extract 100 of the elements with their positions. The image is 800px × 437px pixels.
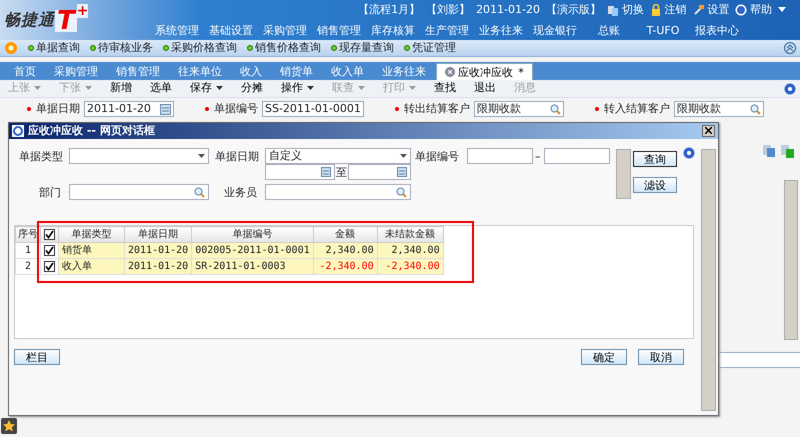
menu-item[interactable]: 业务往来 xyxy=(474,23,528,40)
shortcut-link[interactable]: 凭证管理 xyxy=(412,40,456,56)
scrollbar[interactable] xyxy=(784,180,798,340)
footer-button[interactable]: 取消 xyxy=(638,349,684,365)
tab[interactable]: 销售管理 xyxy=(108,63,168,80)
caret-icon[interactable] xyxy=(400,154,407,158)
hammer-icon[interactable] xyxy=(692,4,704,16)
tab[interactable]: 收入 xyxy=(232,63,270,80)
toolbar-button[interactable]: 退出 xyxy=(474,80,496,97)
close-icon[interactable] xyxy=(705,127,712,134)
query-button[interactable]: 滤设 xyxy=(633,177,677,193)
tab[interactable]: 收入单 xyxy=(323,63,372,80)
input-field[interactable] xyxy=(467,148,533,164)
menu-item[interactable]: 系统管理 xyxy=(150,23,204,40)
tab[interactable]: 销货单 xyxy=(272,63,321,80)
dot-icon xyxy=(331,45,337,51)
checkbox[interactable] xyxy=(44,228,55,240)
field-label: 单据编号 xyxy=(415,149,459,165)
switch-icon[interactable] xyxy=(607,4,619,16)
caret-icon[interactable] xyxy=(198,154,205,158)
search-icon[interactable] xyxy=(194,186,205,198)
input-field[interactable]: SS-2011-01-0001 xyxy=(262,101,364,117)
search-icon[interactable] xyxy=(550,104,561,114)
caret-icon xyxy=(34,86,41,91)
header-link[interactable]: 注销 xyxy=(664,2,686,18)
checkbox[interactable] xyxy=(44,260,55,272)
toolbar-button[interactable]: 新增 xyxy=(110,80,132,97)
star-icon[interactable] xyxy=(1,418,17,434)
caret-icon[interactable] xyxy=(778,7,786,14)
input-field[interactable] xyxy=(544,148,610,164)
menu-item[interactable]: 销售管理 xyxy=(312,23,366,40)
menu-item[interactable]: 报表中心 xyxy=(690,23,744,40)
caret-icon xyxy=(409,86,416,91)
header-info: 【刘影】 xyxy=(426,2,470,18)
tab[interactable]: 应收冲应收 * xyxy=(436,63,533,80)
input-field[interactable] xyxy=(69,184,209,200)
search-icon[interactable] xyxy=(396,186,407,198)
shortcut-link[interactable]: 现存量查询 xyxy=(339,40,394,56)
input-field[interactable] xyxy=(718,352,800,368)
dot-icon xyxy=(163,45,169,51)
tab[interactable]: 首页 xyxy=(6,63,44,80)
menu-item[interactable]: 总账 xyxy=(582,23,636,40)
header-link[interactable]: 帮助 xyxy=(750,2,772,18)
shortcut-link[interactable]: 待审核业务 xyxy=(98,40,153,56)
footer-button[interactable]: 确定 xyxy=(581,349,627,365)
copy-icon[interactable] xyxy=(762,144,776,158)
query-button[interactable]: 查询 xyxy=(633,151,677,167)
input-field[interactable]: 2011-01-20 xyxy=(84,101,174,117)
help-icon[interactable] xyxy=(735,4,748,16)
close-button[interactable] xyxy=(702,125,715,137)
input-field[interactable]: 限期收款 xyxy=(674,101,764,117)
menu-item[interactable]: 基础设置 xyxy=(204,23,258,40)
tab[interactable]: 往来单位 xyxy=(170,63,230,80)
calendar-icon[interactable] xyxy=(321,167,331,177)
header-link[interactable]: 设置 xyxy=(707,2,730,18)
field-label: 转出结算客户 xyxy=(404,100,470,117)
help-icon[interactable] xyxy=(683,147,695,159)
column-header: 单据日期 xyxy=(124,226,192,242)
excel-icon[interactable] xyxy=(780,144,794,158)
gear-icon[interactable] xyxy=(4,41,18,55)
scrollbar[interactable] xyxy=(616,149,631,199)
logo-mark: T xyxy=(55,10,77,32)
shortcut-link[interactable]: 采购价格查询 xyxy=(171,40,237,56)
input-field[interactable] xyxy=(348,164,411,180)
menu-item[interactable]: T-UFO xyxy=(636,23,690,40)
header-link[interactable]: 切换 xyxy=(622,2,644,18)
dot-icon xyxy=(404,45,410,51)
menu-item[interactable]: 采购管理 xyxy=(258,23,312,40)
menu-item[interactable]: 生产管理 xyxy=(420,23,474,40)
menu-item[interactable]: 现金银行 xyxy=(528,23,582,40)
help-icon[interactable] xyxy=(784,82,796,94)
input-field[interactable] xyxy=(69,148,209,164)
toolbar-button[interactable]: 操作 xyxy=(281,80,314,97)
table-cell: 2011-01-20 xyxy=(124,242,192,258)
dot-icon xyxy=(90,45,96,51)
shortcut-link[interactable]: 单据查询 xyxy=(36,40,80,56)
toolbar-button[interactable]: 选单 xyxy=(150,80,172,97)
input-field[interactable]: 自定义 xyxy=(265,148,411,164)
dialog-title: 应收冲应收 -- 网页对话框 xyxy=(28,122,155,139)
toolbar-button[interactable]: 分摊 xyxy=(241,80,263,97)
checkbox[interactable] xyxy=(44,244,55,256)
menu-item[interactable]: 库存核算 xyxy=(366,23,420,40)
field-label: 单据类型 xyxy=(19,149,63,165)
input-field[interactable]: 限期收款 xyxy=(474,101,564,117)
input-field[interactable] xyxy=(265,164,335,180)
tab[interactable]: 采购管理 xyxy=(46,63,106,80)
input-field[interactable] xyxy=(265,184,411,200)
lock-icon[interactable] xyxy=(650,4,662,16)
field-label: 单据日期 xyxy=(215,149,259,165)
calendar-icon[interactable] xyxy=(160,104,171,114)
toolbar-button[interactable]: 保存 xyxy=(190,80,223,97)
tab[interactable]: 业务往来 xyxy=(374,63,434,80)
caret-icon xyxy=(358,86,365,91)
toolbar-button[interactable]: 查找 xyxy=(434,80,456,97)
shortcut-link[interactable]: 销售价格查询 xyxy=(255,40,321,56)
footer-button[interactable]: 栏目 xyxy=(14,349,60,365)
search-icon[interactable] xyxy=(750,104,761,114)
calendar-icon[interactable] xyxy=(397,167,407,177)
collapse-icon[interactable] xyxy=(784,42,796,54)
scrollbar[interactable] xyxy=(701,149,716,411)
